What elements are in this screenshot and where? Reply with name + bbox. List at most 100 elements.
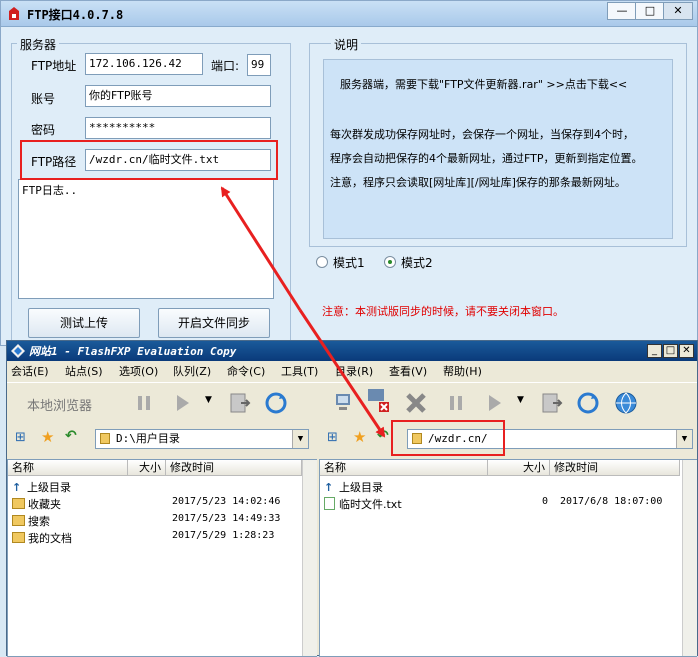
description-line-3: 程序会自动把保存的4个最新网址，通过FTP，更新到指定位置。 [330, 152, 643, 165]
remote-row-modified: 2017/6/8 18:07:00 [560, 496, 663, 507]
remote-favorites-icon[interactable]: ★ [353, 428, 366, 446]
local-row-search[interactable]: 搜索 2017/5/23 14:49:33 [12, 512, 302, 529]
toolbar: 本地浏览器 ▼ ▼ [7, 382, 697, 422]
local-path-input[interactable]: D:\用户目录 ▼ [95, 429, 309, 449]
menu-sites[interactable]: 站点(S) [65, 363, 103, 379]
description-line-4: 注意，程序只会读取[网址库][/网址库]保存的那条最新网址。 [330, 176, 626, 189]
description-panel: 服务器端，需要下载"FTP文件更新器.rar" >>点击下载<< 每次群发成功保… [323, 59, 673, 239]
app-logo-icon [9, 7, 19, 20]
port-label: 端口: [211, 59, 240, 73]
remote-col-modified[interactable]: 修改时间 [550, 460, 680, 476]
remote-col-size[interactable]: 大小 [488, 460, 550, 476]
menu-options[interactable]: 选项(O) [119, 363, 158, 379]
local-browser-label[interactable]: 本地浏览器 [27, 395, 92, 414]
start-sync-button[interactable]: 开启文件同步 [158, 308, 270, 338]
remote-pause-icon[interactable] [443, 390, 469, 416]
menu-view[interactable]: 查看(V) [389, 363, 427, 379]
local-row-name: 我的文档 [28, 532, 72, 545]
flashfxp-window-title: 网站1 - FlashFXP Evaluation Copy [29, 345, 237, 358]
remote-row-size: 0 [542, 496, 549, 507]
disconnect-icon[interactable] [365, 387, 391, 413]
remote-scrollbar[interactable] [682, 460, 697, 656]
fxp-minimize-button[interactable]: _ [647, 344, 662, 358]
remote-file-list: 名称 大小 修改时间 ↑ 上级目录 临时文件.txt 0 2017/6/8 18:… [319, 459, 697, 657]
up-arrow-icon: ↑ [324, 481, 334, 494]
description-line-2: 每次群发成功保存网址时，会保存一个网址，当保存到4个时， [330, 128, 634, 141]
local-row-name: 搜索 [28, 515, 50, 528]
mode1-radio[interactable] [316, 256, 328, 268]
globe-icon[interactable] [613, 390, 639, 416]
remote-refresh-icon[interactable] [575, 390, 601, 416]
minimize-button[interactable]: — [607, 2, 637, 20]
description-group-legend: 说明 [331, 36, 362, 53]
menu-queue[interactable]: 队列(Z) [173, 363, 211, 379]
remote-row-tempfile[interactable]: 临时文件.txt 0 2017/6/8 18:07:00 [324, 495, 680, 512]
local-scrollbar[interactable] [302, 460, 317, 656]
remote-up-icon[interactable]: ↶ [377, 428, 389, 444]
notice-text: 注意：本测试版同步的时候，请不要关闭本窗口。 [322, 305, 564, 318]
ftp-window-title: FTP接口4.0.7.8 [27, 8, 124, 22]
menu-help[interactable]: 帮助(H) [443, 363, 482, 379]
remote-transfer-icon[interactable] [539, 390, 565, 416]
play-dropdown-icon[interactable]: ▼ [205, 395, 212, 405]
local-path-bar: ⊞ ★ ↶ D:\用户目录 ▼ [7, 423, 319, 453]
account-input[interactable]: 你的FTP账号 [85, 85, 271, 107]
port-input[interactable]: 99 [247, 54, 271, 76]
local-row-favorites[interactable]: 收藏夹 2017/5/23 14:02:46 [12, 495, 302, 512]
remote-path-bar: ⊞ ★ ↶ /wzdr.cn/ ▼ [319, 423, 697, 453]
local-col-modified[interactable]: 修改时间 [166, 460, 302, 476]
menu-session[interactable]: 会话(E) [11, 363, 49, 379]
flashfxp-titlebar: 网站1 - FlashFXP Evaluation Copy _ □ ✕ [7, 341, 697, 361]
password-input[interactable]: ********** [85, 117, 271, 139]
close-button[interactable]: ✕ [663, 2, 693, 20]
local-file-list: 名称 大小 修改时间 ↑ 上级目录 收藏夹 2017/5/23 14:02:46 … [7, 459, 317, 657]
delete-icon[interactable] [403, 390, 429, 416]
local-path-text: D:\用户目录 [116, 432, 180, 445]
menu-tools[interactable]: 工具(T) [281, 363, 318, 379]
mode2-label[interactable]: 模式2 [401, 254, 433, 271]
remote-col-name[interactable]: 名称 [320, 460, 488, 476]
server-group-legend: 服务器 [17, 36, 60, 53]
menu-directory[interactable]: 目录(R) [335, 363, 373, 379]
remote-tree-icon[interactable]: ⊞ [327, 430, 338, 445]
ftp-log-textarea[interactable]: FTP日志.. [18, 179, 274, 299]
local-row-documents[interactable]: 我的文档 2017/5/29 1:28:23 [12, 529, 302, 546]
local-row-modified: 2017/5/23 14:49:33 [172, 513, 281, 524]
remote-path-dropdown-icon[interactable]: ▼ [676, 430, 692, 448]
ftp-address-input[interactable]: 172.106.126.42 [85, 53, 203, 75]
connect-icon[interactable] [333, 390, 359, 416]
text-file-icon [324, 497, 335, 510]
local-row-name: 收藏夹 [28, 498, 61, 511]
local-up-icon[interactable]: ↶ [65, 428, 77, 444]
local-path-dropdown-icon[interactable]: ▼ [292, 430, 308, 448]
maximize-button[interactable]: □ [635, 2, 665, 20]
remote-row-name: 临时文件.txt [339, 498, 402, 511]
local-col-size[interactable]: 大小 [128, 460, 166, 476]
pause-icon[interactable] [131, 390, 157, 416]
local-row-modified: 2017/5/23 14:02:46 [172, 496, 281, 507]
local-tree-icon[interactable]: ⊞ [15, 430, 26, 445]
menu-bar: 会话(E) 站点(S) 选项(O) 队列(Z) 命令(C) 工具(T) 目录(R… [7, 361, 697, 381]
local-favorites-icon[interactable]: ★ [41, 428, 54, 446]
refresh-icon[interactable] [263, 390, 289, 416]
mode2-radio[interactable] [384, 256, 396, 268]
remote-path-highlight-box [391, 420, 505, 456]
mode1-label[interactable]: 模式1 [333, 254, 365, 271]
ftp-address-label: FTP地址 [31, 59, 77, 73]
play-icon[interactable] [169, 390, 195, 416]
fxp-close-button[interactable]: ✕ [679, 344, 694, 358]
up-arrow-icon: ↑ [12, 481, 22, 494]
test-upload-button[interactable]: 测试上传 [28, 308, 140, 338]
remote-play-dropdown-icon[interactable]: ▼ [517, 395, 524, 405]
local-col-name[interactable]: 名称 [8, 460, 128, 476]
fxp-maximize-button[interactable]: □ [663, 344, 678, 358]
download-hint-text[interactable]: 服务器端，需要下载"FTP文件更新器.rar" >>点击下载<< [340, 76, 627, 92]
menu-commands[interactable]: 命令(C) [227, 363, 265, 379]
local-row-parent[interactable]: ↑ 上级目录 [12, 478, 302, 495]
remote-play-icon[interactable] [481, 390, 507, 416]
folder-icon [12, 498, 25, 509]
transfer-icon[interactable] [227, 390, 253, 416]
remote-row-name: 上级目录 [339, 481, 383, 494]
remote-row-parent[interactable]: ↑ 上级目录 [324, 478, 680, 495]
password-label: 密码 [31, 123, 56, 137]
